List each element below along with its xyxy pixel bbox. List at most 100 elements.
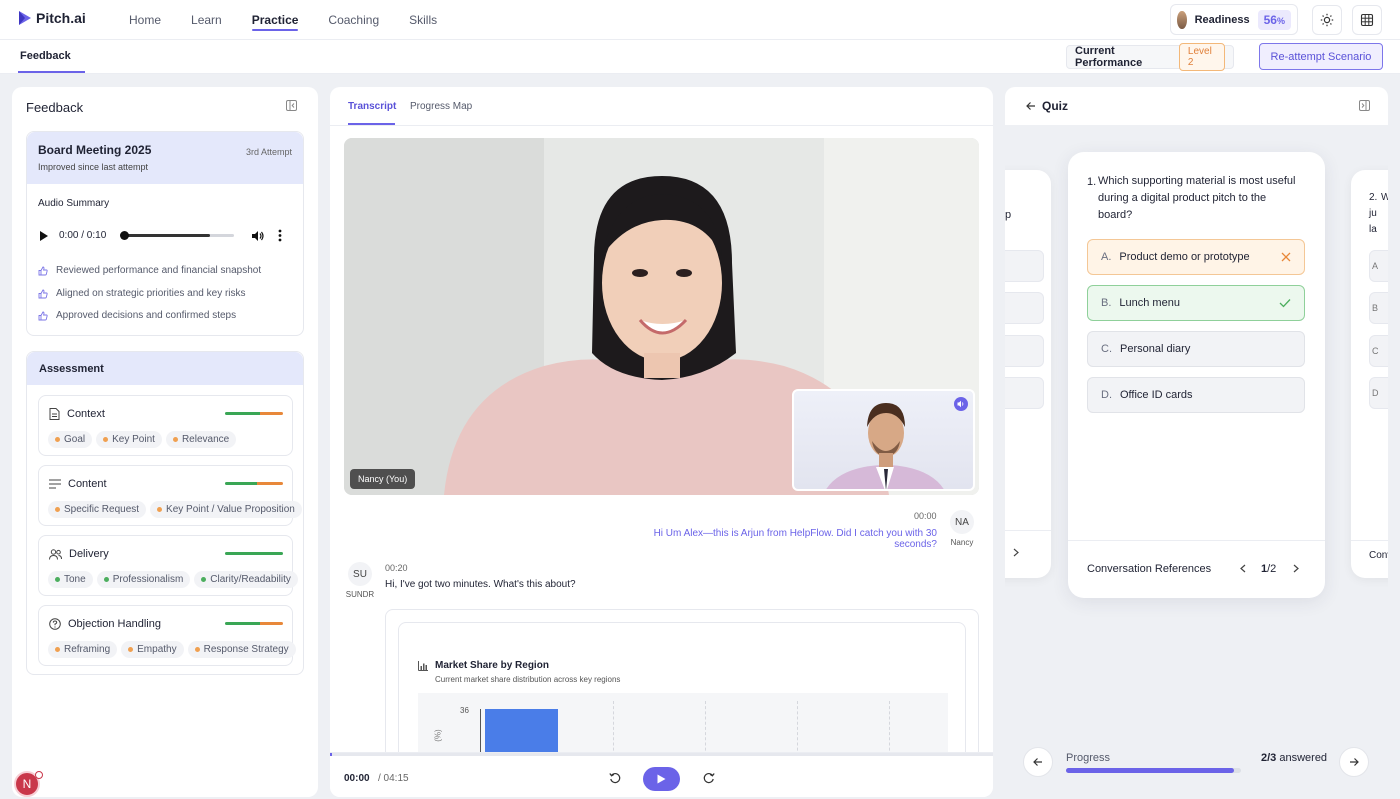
- conversation-references-label: Conversation References: [1087, 563, 1212, 575]
- speaking-indicator: [954, 397, 968, 411]
- chip: Professionalism: [96, 571, 191, 588]
- quiz-card: 1. Which supporting material is most use…: [1068, 152, 1325, 598]
- quiz-progress: Progress 2/3 answered: [1005, 732, 1388, 797]
- tab-progress-map[interactable]: Progress Map: [410, 101, 472, 112]
- card-divider: [1068, 540, 1325, 541]
- app-logo[interactable]: Pitch.ai: [18, 10, 86, 26]
- tab-feedback[interactable]: Feedback: [20, 50, 71, 62]
- score-bar: [225, 412, 283, 415]
- question-icon: [49, 618, 61, 630]
- summary-point-text: Reviewed performance and financial snaps…: [56, 265, 262, 276]
- quiz-option-c[interactable]: C. Personal diary: [1087, 331, 1305, 367]
- chevron-right-icon[interactable]: [1293, 564, 1299, 573]
- audio-player: 0:00 / 0:10: [38, 228, 293, 244]
- next-card-divider: [1351, 540, 1388, 541]
- assessment-item-objection-handling[interactable]: Objection Handling Reframing Empathy Respo…: [38, 605, 296, 666]
- transcript-panel: Transcript Progress Map Nancy (You) 00:0…: [330, 87, 993, 797]
- readiness-widget[interactable]: Readiness 56%: [1170, 4, 1298, 35]
- option-key: D.: [1101, 389, 1112, 401]
- message-time: 00:00: [914, 511, 937, 521]
- chart-ylabel: (%): [433, 729, 443, 742]
- play-pause-button[interactable]: [643, 767, 680, 791]
- nav-coaching[interactable]: Coaching: [313, 0, 394, 40]
- more-options-icon[interactable]: [278, 229, 282, 242]
- quiz-option-d[interactable]: D. Office ID cards: [1087, 377, 1305, 413]
- next-question-button[interactable]: [1339, 747, 1369, 777]
- forward-icon[interactable]: [703, 772, 715, 784]
- next-card-number: 2.: [1369, 192, 1378, 203]
- audio-seek-bar[interactable]: [120, 231, 234, 240]
- assessment-chips: Specific Request Key Point / Value Propos…: [48, 501, 306, 518]
- readiness-label: Readiness: [1194, 13, 1250, 26]
- chip-label: Relevance: [181, 434, 230, 445]
- assessment-chips: Tone Professionalism Clarity/Readability: [48, 571, 302, 588]
- feedback-title: Feedback: [26, 100, 84, 115]
- thumbs-up-icon: [38, 289, 48, 298]
- theme-toggle-button[interactable]: [1312, 5, 1342, 35]
- arrow-right-icon: [1350, 758, 1359, 766]
- back-arrow-icon[interactable]: [1026, 101, 1036, 111]
- session-header: Board Meeting 2025 Improved since last a…: [27, 132, 303, 184]
- chip-label: Professionalism: [112, 574, 184, 585]
- previous-quiz-card[interactable]: p: [1005, 170, 1051, 578]
- video-stage[interactable]: Nancy (You): [344, 138, 979, 495]
- chip-label: Specific Request: [64, 504, 140, 515]
- chip-label: Key Point: [112, 434, 155, 445]
- chip: Key Point / Value Proposition: [150, 501, 302, 518]
- assessment-item-delivery[interactable]: Delivery Tone Professionalism Clarity/Read…: [38, 535, 298, 596]
- next-card-text: W: [1381, 192, 1388, 203]
- speaker-on-icon: [957, 400, 964, 408]
- nav-home[interactable]: Home: [114, 0, 176, 40]
- arrow-left-icon: [1033, 758, 1042, 766]
- sidebar-collapse-icon[interactable]: [1359, 100, 1370, 111]
- assessment-item-context[interactable]: Context Goal Key Point Relevance: [38, 395, 293, 456]
- next-quiz-card[interactable]: 2. W ju la A B C D Conv: [1351, 170, 1388, 578]
- tab-transcript[interactable]: Transcript: [348, 101, 396, 112]
- assessment-chips: Goal Key Point Relevance: [48, 431, 240, 448]
- grid-menu-button[interactable]: [1352, 5, 1382, 35]
- summary-point: Approved decisions and confirmed steps: [38, 310, 236, 321]
- option-text: Office ID cards: [1120, 389, 1193, 401]
- previous-card-divider: [1005, 530, 1051, 531]
- nav-skills[interactable]: Skills: [394, 0, 452, 40]
- option-text: Personal diary: [1120, 343, 1191, 355]
- progress-fill: [1066, 768, 1234, 773]
- previous-question-button[interactable]: [1023, 747, 1053, 777]
- play-icon[interactable]: [40, 231, 48, 241]
- option-key: C.: [1101, 343, 1112, 355]
- option-text: Product demo or prototype: [1119, 251, 1250, 263]
- chevron-left-icon[interactable]: [1240, 564, 1246, 573]
- assessment-item-content[interactable]: Content Specific Request Key Point / Valu…: [38, 465, 302, 526]
- self-video-thumbnail[interactable]: [792, 389, 975, 491]
- nav-practice[interactable]: Practice: [237, 0, 314, 40]
- chart-subtitle: Current market share distribution across…: [435, 675, 621, 684]
- reattempt-scenario-button[interactable]: Re-attempt Scenario: [1259, 43, 1383, 70]
- quiz-option-b[interactable]: B. Lunch menu: [1087, 285, 1305, 321]
- playback-track[interactable]: [330, 753, 993, 756]
- volume-icon[interactable]: [251, 230, 264, 242]
- chart-icon: [418, 661, 428, 671]
- nav-learn[interactable]: Learn: [176, 0, 237, 40]
- next-card-option: D: [1369, 377, 1388, 409]
- readiness-value: 56: [1263, 12, 1277, 27]
- assessment-item-header: Content: [49, 478, 107, 490]
- audio-seek-handle[interactable]: [120, 231, 129, 240]
- assessment-item-header: Context: [49, 408, 105, 420]
- thumbs-up-icon: [38, 311, 48, 320]
- chip: Empathy: [121, 641, 184, 658]
- question-text: Which supporting material is most useful…: [1098, 175, 1296, 221]
- reference-page-total: /2: [1267, 563, 1277, 575]
- avatar: NA: [950, 510, 974, 534]
- avatar: SU: [348, 562, 372, 586]
- summary-point-text: Approved decisions and confirmed steps: [56, 310, 237, 321]
- readiness-unit: %: [1276, 15, 1285, 26]
- chip-label: Goal: [64, 434, 86, 445]
- option-key: B.: [1101, 297, 1112, 309]
- message-time: 00:20: [385, 563, 408, 573]
- user-avatar-button[interactable]: N: [14, 771, 43, 797]
- collapse-panel-button[interactable]: [286, 100, 297, 114]
- quiz-option-a[interactable]: A. Product demo or prototype: [1087, 239, 1305, 275]
- rewind-icon[interactable]: [609, 772, 621, 784]
- assessment-item-name: Delivery: [69, 548, 109, 560]
- assessment-title: Assessment: [39, 363, 104, 375]
